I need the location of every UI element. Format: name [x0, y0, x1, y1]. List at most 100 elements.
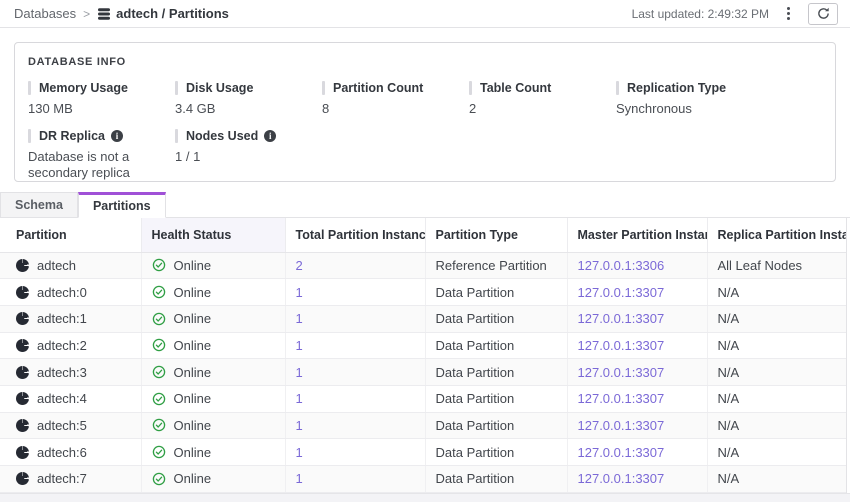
- master-instance-link[interactable]: 127.0.0.1:3307: [578, 445, 665, 460]
- partition-type: Data Partition: [436, 311, 515, 326]
- replica-instance: All Leaf Nodes: [718, 258, 803, 273]
- partition-type: Data Partition: [436, 445, 515, 460]
- stats-row-1: Memory Usage 130 MB Disk Usage 3.4 GB Pa…: [28, 81, 822, 117]
- health-status: Online: [174, 311, 212, 326]
- replica-instance: N/A: [718, 418, 740, 433]
- tab-strip: Schema Partitions: [0, 192, 850, 218]
- master-instance-link[interactable]: 127.0.0.1:3307: [578, 285, 665, 300]
- master-instance-link[interactable]: 127.0.0.1:3306: [578, 258, 665, 273]
- column-header: Health Status: [141, 218, 285, 252]
- health-status: Online: [174, 338, 212, 353]
- online-check-icon: [152, 285, 166, 299]
- breadcrumb: Databases > adtech / Partitions: [14, 6, 229, 21]
- tab-label: Partitions: [93, 199, 151, 213]
- partition-name: adtech:6: [37, 445, 87, 460]
- health-status: Online: [174, 418, 212, 433]
- online-check-icon: [152, 392, 166, 406]
- column-header: Partition Type: [425, 218, 567, 252]
- table-header-row: Partition Health Status Total Partition …: [0, 218, 846, 252]
- master-instance-link[interactable]: 127.0.0.1:3307: [578, 471, 665, 486]
- total-instances-link[interactable]: 1: [296, 418, 303, 433]
- partition-name: adtech:3: [37, 365, 87, 380]
- total-instances-link[interactable]: 1: [296, 445, 303, 460]
- breadcrumb-separator: >: [83, 7, 90, 21]
- partition-pie-icon: [16, 339, 29, 352]
- online-check-icon: [152, 338, 166, 352]
- online-check-icon: [152, 312, 166, 326]
- partition-type: Reference Partition: [436, 258, 547, 273]
- total-instances-link[interactable]: 1: [296, 311, 303, 326]
- total-instances-link[interactable]: 1: [296, 285, 303, 300]
- master-instance-link[interactable]: 127.0.0.1:3307: [578, 418, 665, 433]
- health-status: Online: [174, 365, 212, 380]
- health-status: Online: [174, 258, 212, 273]
- stat-item: Nodes Used i 1 / 1: [175, 129, 322, 181]
- health-status: Online: [174, 285, 212, 300]
- partition-name: adtech:0: [37, 285, 87, 300]
- stat-item: Table Count 2: [469, 81, 616, 117]
- stat-item: DR Replica i Database is not a secondary…: [28, 129, 175, 181]
- stat-value: 8: [322, 101, 458, 117]
- online-check-icon: [152, 445, 166, 459]
- online-check-icon: [152, 472, 166, 486]
- partition-name: adtech:1: [37, 311, 87, 326]
- partition-pie-icon: [16, 366, 29, 379]
- database-info-card: DATABASE INFO Memory Usage 130 MB Disk U…: [14, 42, 836, 182]
- breadcrumb-databases-link[interactable]: Databases: [14, 6, 76, 21]
- column-header: Replica Partition Instance ...: [707, 218, 846, 252]
- tab-partitions[interactable]: Partitions: [78, 192, 166, 218]
- table-row: adtech:2 Online 1 Data Partition 127.0.0…: [0, 332, 846, 359]
- stat-value: 1 / 1: [175, 149, 311, 165]
- total-instances-link[interactable]: 1: [296, 365, 303, 380]
- tab-schema[interactable]: Schema: [0, 192, 78, 217]
- table-row: adtech:5 Online 1 Data Partition 127.0.0…: [0, 412, 846, 439]
- horizontal-scrollbar[interactable]: [0, 493, 850, 502]
- more-options-icon[interactable]: [781, 4, 796, 23]
- stat-item: Partition Count 8: [322, 81, 469, 117]
- column-header: Total Partition Instances: [285, 218, 425, 252]
- replica-instance: N/A: [718, 365, 740, 380]
- stat-label: Disk Usage: [186, 81, 253, 95]
- stat-value: 2: [469, 101, 605, 117]
- health-status: Online: [174, 445, 212, 460]
- stat-value: Database is not a secondary replica: [28, 149, 164, 181]
- partition-name: adtech:7: [37, 471, 87, 486]
- stat-accent-bar: [28, 81, 31, 95]
- total-instances-link[interactable]: 1: [296, 391, 303, 406]
- stat-label: Nodes Used: [186, 129, 258, 143]
- replica-instance: N/A: [718, 391, 740, 406]
- last-updated-label: Last updated: 2:49:32 PM: [632, 7, 769, 21]
- table-row: adtech:6 Online 1 Data Partition 127.0.0…: [0, 439, 846, 466]
- stat-accent-bar: [469, 81, 472, 95]
- stat-label: Replication Type: [627, 81, 726, 95]
- refresh-button[interactable]: [808, 3, 838, 25]
- partition-pie-icon: [16, 312, 29, 325]
- stat-label: DR Replica: [39, 129, 105, 143]
- master-instance-link[interactable]: 127.0.0.1:3307: [578, 365, 665, 380]
- breadcrumb-current: adtech / Partitions: [97, 6, 229, 21]
- online-check-icon: [152, 258, 166, 272]
- master-instance-link[interactable]: 127.0.0.1:3307: [578, 338, 665, 353]
- refresh-icon: [817, 7, 830, 20]
- stat-label: Table Count: [480, 81, 551, 95]
- partition-pie-icon: [16, 259, 29, 272]
- stat-value: Synchronous: [616, 101, 752, 117]
- stat-accent-bar: [175, 129, 178, 143]
- top-bar: Databases > adtech / Partitions Last upd…: [0, 0, 850, 28]
- partition-type: Data Partition: [436, 418, 515, 433]
- stat-value: 3.4 GB: [175, 101, 311, 117]
- partition-pie-icon: [16, 286, 29, 299]
- info-icon[interactable]: i: [264, 130, 276, 142]
- partition-pie-icon: [16, 392, 29, 405]
- partition-type: Data Partition: [436, 365, 515, 380]
- replica-instance: N/A: [718, 338, 740, 353]
- master-instance-link[interactable]: 127.0.0.1:3307: [578, 311, 665, 326]
- info-icon[interactable]: i: [111, 130, 123, 142]
- master-instance-link[interactable]: 127.0.0.1:3307: [578, 391, 665, 406]
- online-check-icon: [152, 418, 166, 432]
- total-instances-link[interactable]: 1: [296, 338, 303, 353]
- total-instances-link[interactable]: 1: [296, 471, 303, 486]
- total-instances-link[interactable]: 2: [296, 258, 303, 273]
- partition-type: Data Partition: [436, 471, 515, 486]
- column-header: Partition: [0, 218, 141, 252]
